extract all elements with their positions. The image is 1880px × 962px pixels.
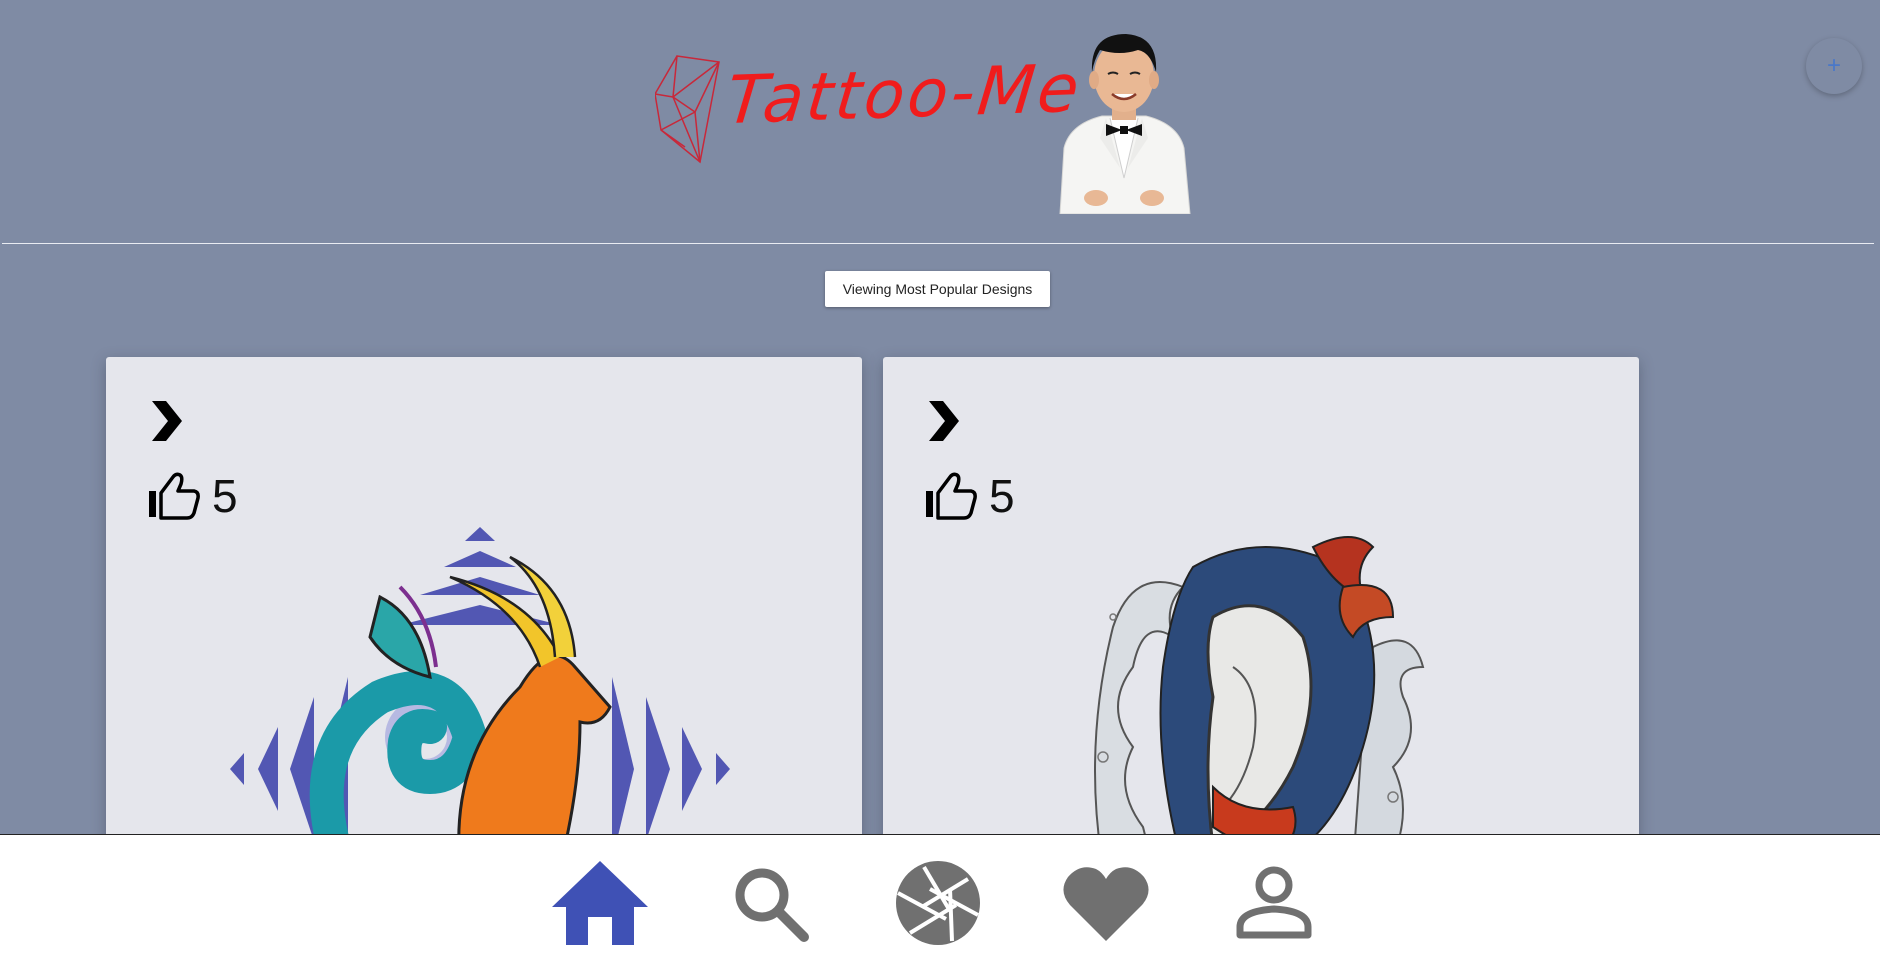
logo-wordmark: Tattoo-Me [722,49,1086,140]
design-card[interactable]: 5 [106,357,862,857]
profile-icon [1236,866,1312,939]
like-counter: 5 [148,465,238,521]
like-count: 5 [989,470,1015,522]
view-mode-button[interactable]: Viewing Most Popular Designs [825,271,1050,307]
logo: Tattoo-Me [655,49,1086,172]
camera-aperture-icon [896,861,980,945]
add-design-button[interactable]: + [1806,38,1862,94]
heart-icon [1063,867,1149,941]
chevron-right-icon[interactable] [925,399,961,443]
nav-profile[interactable] [1224,855,1324,951]
gem-logo-icon [655,55,720,164]
like-count: 5 [212,470,238,522]
app-root: Tattoo-Me + Viewing Most Popular Designs… [0,0,1880,962]
home-icon [552,861,648,945]
like-counter: 5 [925,465,1015,521]
koi-tattoo-image[interactable] [1093,527,1433,857]
mascot-image [1059,34,1191,214]
search-icon [735,868,809,942]
design-card[interactable]: 5 [883,357,1639,857]
header: Tattoo-Me + [0,0,1880,244]
chevron-right-icon[interactable] [148,399,184,443]
nav-camera[interactable] [888,855,988,951]
capricorn-tattoo-image[interactable] [230,527,730,857]
nav-home[interactable] [550,855,650,951]
thumbs-up-icon[interactable] [925,471,979,521]
bottom-nav [0,834,1880,962]
nav-favorites[interactable] [1056,855,1156,951]
thumbs-up-icon[interactable] [148,471,202,521]
header-divider [2,243,1874,244]
nav-search[interactable] [720,855,820,951]
